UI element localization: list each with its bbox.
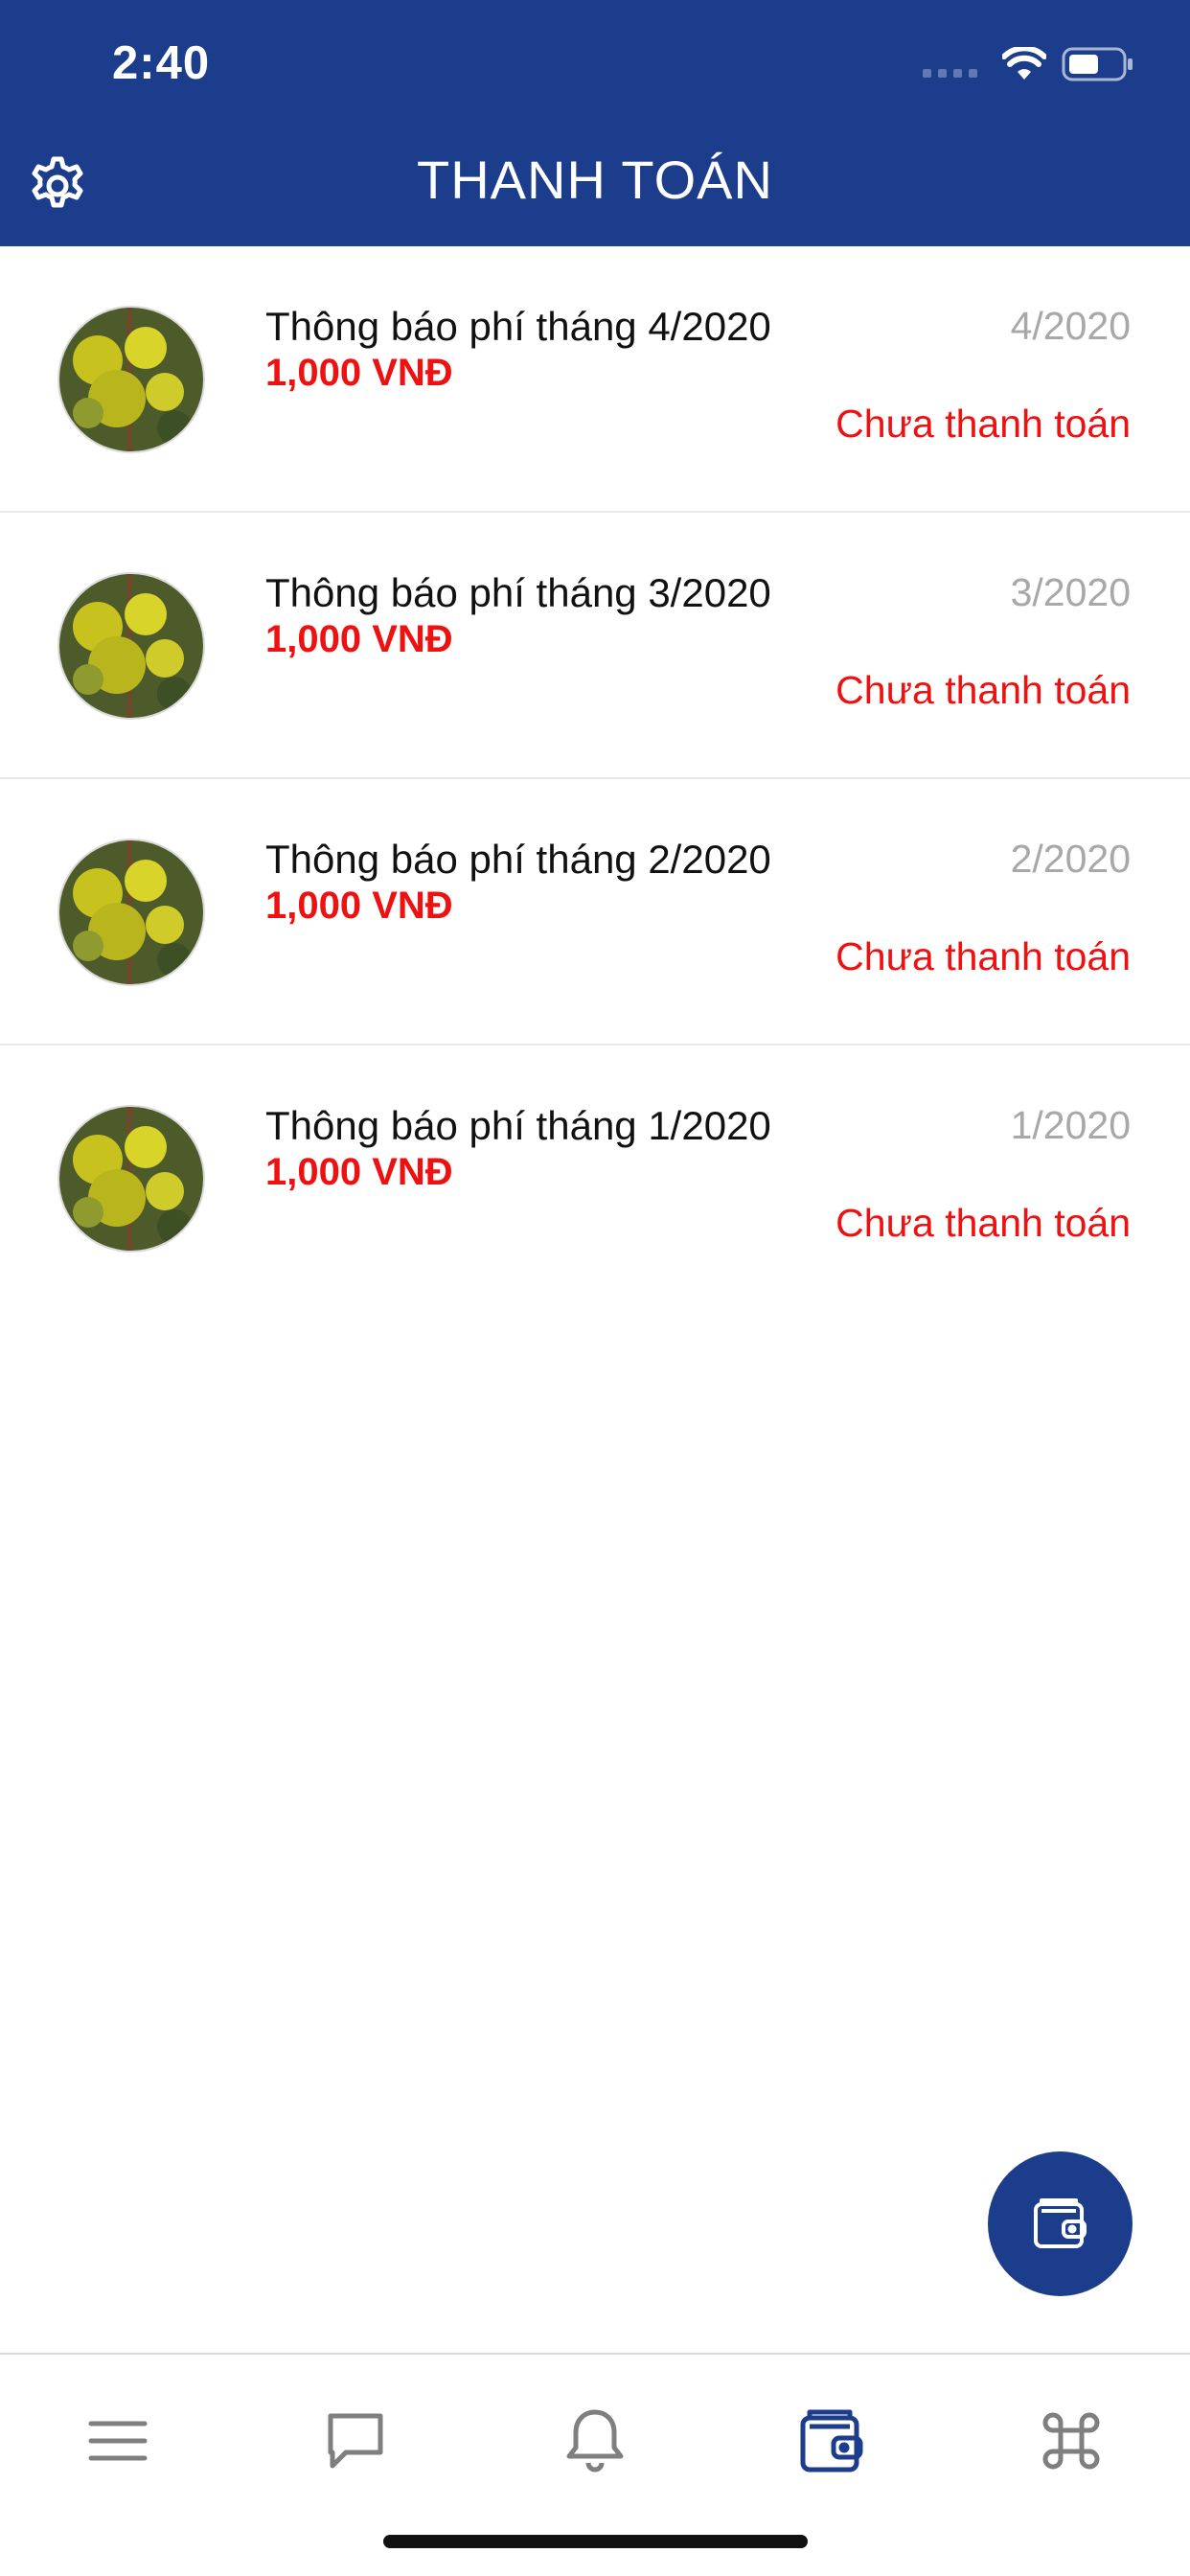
payment-amount: 1,000 VNĐ (265, 1151, 453, 1193)
tab-menu[interactable] (70, 2393, 166, 2489)
list-item[interactable]: Thông báo phí tháng 1/2020 1,000 VNĐ 1/2… (0, 1046, 1190, 1312)
payment-period: 2/2020 (1010, 837, 1131, 881)
payment-status: Chưa thanh toán (835, 668, 1131, 712)
avatar (57, 839, 205, 986)
payment-period: 4/2020 (1010, 304, 1131, 348)
avatar (57, 572, 205, 720)
status-indicators (923, 40, 1134, 88)
wallet-fab-button[interactable] (988, 2151, 1133, 2296)
bell-icon (566, 2409, 624, 2472)
tab-chat[interactable] (308, 2393, 403, 2489)
home-indicator (383, 2535, 808, 2548)
battery-icon (1062, 47, 1133, 81)
list-item[interactable]: Thông báo phí tháng 2/2020 1,000 VNĐ 2/2… (0, 779, 1190, 1046)
tab-payments[interactable] (784, 2393, 880, 2489)
payment-period: 3/2020 (1010, 570, 1131, 614)
payment-amount: 1,000 VNĐ (265, 885, 453, 927)
menu-icon (88, 2421, 148, 2461)
payment-title: Thông báo phí tháng 3/2020 (265, 570, 771, 615)
list-item[interactable]: Thông báo phí tháng 3/2020 1,000 VNĐ 3/2… (0, 513, 1190, 779)
command-icon (1042, 2412, 1100, 2470)
payment-status: Chưa thanh toán (835, 402, 1131, 446)
payment-title: Thông báo phí tháng 2/2020 (265, 837, 771, 882)
status-time: 2:40 (112, 37, 211, 89)
wallet-icon (800, 2409, 863, 2472)
payment-status: Chưa thanh toán (835, 934, 1131, 978)
wifi-icon (1002, 47, 1046, 80)
payment-title: Thông báo phí tháng 4/2020 (265, 304, 771, 349)
tab-more[interactable] (1023, 2393, 1119, 2489)
payment-amount: 1,000 VNĐ (265, 352, 453, 394)
payment-title: Thông báo phí tháng 1/2020 (265, 1103, 771, 1148)
page-title: THANH TOÁN (417, 150, 773, 210)
payment-list: Thông báo phí tháng 4/2020 1,000 VNĐ 4/2… (0, 246, 1190, 1312)
payment-amount: 1,000 VNĐ (265, 618, 453, 660)
list-item[interactable]: Thông báo phí tháng 4/2020 1,000 VNĐ 4/2… (0, 246, 1190, 513)
payment-period: 1/2020 (1010, 1103, 1131, 1147)
payment-status: Chưa thanh toán (835, 1201, 1131, 1245)
tab-notifications[interactable] (547, 2393, 643, 2489)
avatar (57, 306, 205, 453)
app-header: 2:40 THANH TOÁN (0, 0, 1190, 246)
chat-icon (328, 2413, 383, 2469)
avatar (57, 1105, 205, 1253)
cellular-signal-icon (923, 68, 977, 78)
wallet-icon (1033, 2197, 1087, 2248)
